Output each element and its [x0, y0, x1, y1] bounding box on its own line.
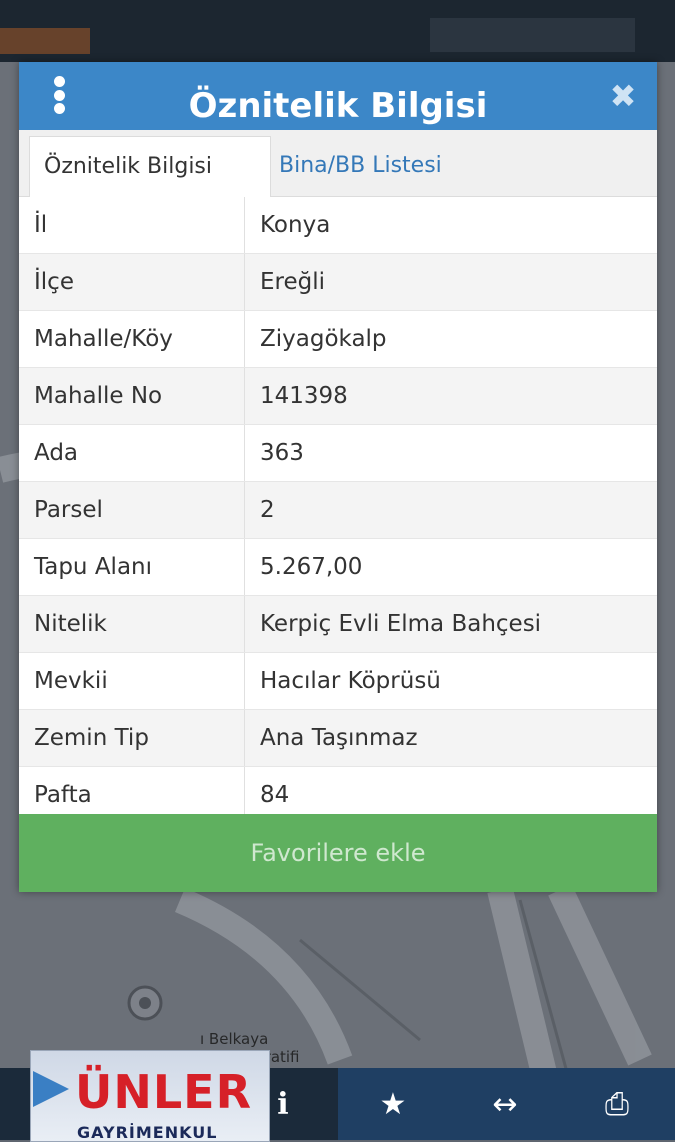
- row-value: Hacılar Köprüsü: [260, 668, 441, 694]
- print-icon[interactable]: ⎙: [562, 1068, 672, 1140]
- arrows-icon[interactable]: ↔: [450, 1068, 560, 1140]
- logo-subtitle: GAYRİMENKUL: [77, 1123, 218, 1142]
- table-row: Nitelik Kerpiç Evli Elma Bahçesi: [19, 596, 657, 653]
- row-key: Zemin Tip: [19, 710, 245, 766]
- row-key: İl: [19, 197, 245, 253]
- row-value: Ana Taşınmaz: [260, 725, 418, 751]
- attribute-table: İl Konya İlçe Ereğli Mahalle/Köy Ziyagökalp…: [19, 197, 657, 824]
- row-key: Mahalle No: [19, 368, 245, 424]
- table-row: Zemin Tip Ana Taşınmaz: [19, 710, 657, 767]
- tab-attribute-info[interactable]: Öznitelik Bilgisi: [29, 136, 271, 197]
- table-row: Parsel 2: [19, 482, 657, 539]
- row-key: Ada: [19, 425, 245, 481]
- row-key: Tapu Alanı: [19, 539, 245, 595]
- table-row: Mahalle No 141398: [19, 368, 657, 425]
- map-label-line1: ı Belkaya: [200, 1030, 269, 1048]
- logo-wing-icon: [33, 1071, 69, 1107]
- attribute-dialog: Öznitelik Bilgisi ✖ Öznitelik Bilgisi Bi…: [19, 62, 657, 892]
- add-favorite-button[interactable]: Favorilere ekle: [19, 814, 657, 892]
- row-value: 363: [260, 440, 304, 466]
- row-value: 141398: [260, 383, 348, 409]
- row-value: 2: [260, 497, 275, 523]
- table-row: İlçe Ereğli: [19, 254, 657, 311]
- row-key: Parsel: [19, 482, 245, 538]
- tab-building-list[interactable]: Bina/BB Listesi: [265, 136, 456, 196]
- dialog-header: Öznitelik Bilgisi ✖: [19, 62, 657, 130]
- company-logo: ÜNLER GAYRİMENKUL: [30, 1050, 270, 1142]
- close-icon[interactable]: ✖: [607, 80, 639, 112]
- row-value: Konya: [260, 212, 331, 238]
- row-value: Ziyagökalp: [260, 326, 387, 352]
- table-row: Mahalle/Köy Ziyagökalp: [19, 311, 657, 368]
- row-value: 5.267,00: [260, 554, 363, 580]
- table-row: Mevkii Hacılar Köprüsü: [19, 653, 657, 710]
- row-key: İlçe: [19, 254, 245, 310]
- dialog-tabs: Öznitelik Bilgisi Bina/BB Listesi: [19, 130, 657, 197]
- row-key: Mevkii: [19, 653, 245, 709]
- row-value: Ereğli: [260, 269, 326, 295]
- star-icon[interactable]: ★: [338, 1068, 448, 1140]
- row-key: Mahalle/Köy: [19, 311, 245, 367]
- logo-brand: ÜNLER: [75, 1065, 253, 1119]
- dialog-title: Öznitelik Bilgisi: [188, 86, 488, 126]
- table-row: Tapu Alanı 5.267,00: [19, 539, 657, 596]
- table-row: Ada 363: [19, 425, 657, 482]
- row-value: Kerpiç Evli Elma Bahçesi: [260, 611, 542, 637]
- row-key: Nitelik: [19, 596, 245, 652]
- table-row: İl Konya: [19, 197, 657, 254]
